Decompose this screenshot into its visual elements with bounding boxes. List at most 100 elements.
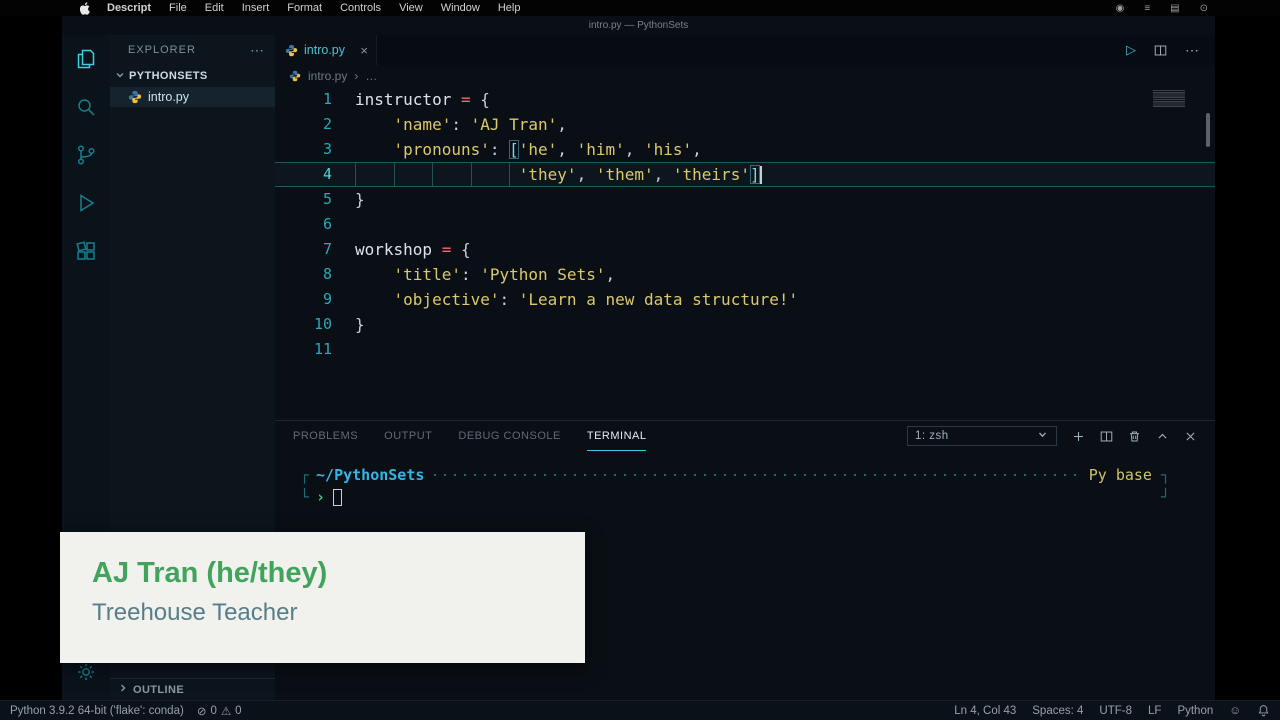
- menu-edit[interactable]: Edit: [205, 2, 224, 14]
- menu-format[interactable]: Format: [287, 2, 322, 14]
- terminal-env-badge: Py base: [1089, 466, 1152, 484]
- code-line-1[interactable]: 1instructor = {: [275, 87, 1215, 112]
- code-line-4[interactable]: 4 'they', 'them', 'theirs']: [275, 162, 1215, 187]
- explorer-icon[interactable]: [74, 47, 98, 71]
- notifications-bell-icon[interactable]: [1257, 704, 1270, 717]
- menu-window[interactable]: Window: [441, 2, 480, 14]
- panel-tabbar: PROBLEMS OUTPUT DEBUG CONSOLE TERMINAL 1…: [275, 421, 1215, 451]
- speaker-name: AJ Tran (he/they): [92, 557, 585, 590]
- line-content: instructor = {: [332, 87, 1215, 112]
- maximize-panel-chevron-icon[interactable]: [1156, 430, 1169, 443]
- file-item-intro-py[interactable]: intro.py: [110, 87, 275, 107]
- minimap[interactable]: [1153, 90, 1185, 107]
- menu-file[interactable]: File: [169, 2, 187, 14]
- sidebar-section-pythonsets[interactable]: PYTHONSETS: [110, 65, 275, 87]
- line-number: 4: [275, 162, 332, 187]
- editor-scrollbar[interactable]: [1206, 113, 1210, 147]
- outline-section-label: OUTLINE: [133, 684, 184, 696]
- folder-section-label: PYTHONSETS: [129, 70, 208, 82]
- sidebar-section-outline[interactable]: OUTLINE: [110, 678, 275, 700]
- code-line-7[interactable]: 7workshop = {: [275, 237, 1215, 262]
- extensions-icon[interactable]: [74, 239, 98, 263]
- explorer-more-actions-icon[interactable]: ⋯: [250, 42, 265, 59]
- panel-tab-terminal[interactable]: TERMINAL: [587, 421, 647, 451]
- shell-dropdown-value: 1: zsh: [915, 430, 949, 442]
- problems-status[interactable]: ⊘ 0 ⚠ 0: [197, 704, 242, 718]
- new-terminal-icon[interactable]: [1072, 430, 1085, 443]
- prompt-corner-bottom-left: └: [300, 488, 309, 506]
- file-name-label: intro.py: [148, 90, 189, 104]
- error-count: 0: [210, 705, 216, 717]
- indent-guide: [355, 163, 356, 186]
- panel-tab-problems[interactable]: PROBLEMS: [293, 421, 358, 451]
- line-content: 'title': 'Python Sets',: [332, 262, 1215, 287]
- line-content: [332, 212, 1215, 237]
- menu-controls[interactable]: Controls: [340, 2, 381, 14]
- terminal-shell-dropdown[interactable]: 1: zsh: [907, 426, 1057, 446]
- panel-tab-output[interactable]: OUTPUT: [384, 421, 432, 451]
- warning-icon: ⚠: [221, 704, 231, 718]
- line-number: 6: [275, 212, 332, 237]
- code-line-9[interactable]: 9 'objective': 'Learn a new data structu…: [275, 287, 1215, 312]
- split-editor-icon[interactable]: [1154, 44, 1167, 57]
- close-panel-icon[interactable]: [1184, 430, 1197, 443]
- python-file-icon: [289, 70, 301, 82]
- indent-guide: [471, 163, 472, 186]
- breadcrumb-symbol[interactable]: …: [365, 69, 377, 83]
- prompt-corner-bottom-right: ┘: [1161, 488, 1170, 506]
- code-line-8[interactable]: 8 'title': 'Python Sets',: [275, 262, 1215, 287]
- line-content: workshop = {: [332, 237, 1215, 262]
- cursor-position-status[interactable]: Ln 4, Col 43: [954, 705, 1016, 717]
- menubar-panel-icon[interactable]: ▤: [1170, 3, 1179, 14]
- editor-more-actions-icon[interactable]: ⋯: [1185, 42, 1199, 59]
- speaker-role: Treehouse Teacher: [92, 599, 585, 627]
- run-python-file-icon[interactable]: ▷: [1126, 42, 1136, 58]
- menu-app-name[interactable]: Descript: [107, 2, 151, 14]
- breadcrumb[interactable]: intro.py › …: [275, 65, 1215, 87]
- feedback-smiley-icon[interactable]: ☺: [1229, 705, 1241, 717]
- code-line-11[interactable]: 11: [275, 337, 1215, 362]
- line-content: [332, 337, 1215, 362]
- settings-gear-icon[interactable]: [74, 660, 98, 684]
- line-number: 9: [275, 287, 332, 312]
- error-icon: ⊘: [197, 704, 207, 718]
- menu-view[interactable]: View: [399, 2, 423, 14]
- line-number: 2: [275, 112, 332, 137]
- macos-menu-bar: Descript File Edit Insert Format Control…: [0, 0, 1280, 16]
- menubar-record-icon[interactable]: ◉: [1116, 3, 1125, 14]
- line-number: 8: [275, 262, 332, 287]
- source-control-icon[interactable]: [74, 143, 98, 167]
- menubar-list-icon[interactable]: ≡: [1144, 3, 1150, 14]
- split-terminal-icon[interactable]: [1100, 430, 1113, 443]
- panel-tab-debug-console[interactable]: DEBUG CONSOLE: [458, 421, 560, 451]
- kill-terminal-trash-icon[interactable]: [1128, 430, 1141, 443]
- encoding-status[interactable]: UTF-8: [1099, 705, 1132, 717]
- code-line-5[interactable]: 5}: [275, 187, 1215, 212]
- window-title: intro.py — PythonSets: [62, 16, 1215, 35]
- menubar-control-icon[interactable]: ⊙: [1200, 3, 1208, 14]
- code-line-10[interactable]: 10}: [275, 312, 1215, 337]
- code-line-2[interactable]: 2 'name': 'AJ Tran',: [275, 112, 1215, 137]
- code-line-6[interactable]: 6: [275, 212, 1215, 237]
- prompt-corner-top-left: ┌: [300, 466, 309, 484]
- tab-intro-py[interactable]: intro.py ×: [275, 35, 377, 65]
- line-number: 3: [275, 137, 332, 162]
- breadcrumb-file[interactable]: intro.py: [308, 69, 347, 83]
- code-editor[interactable]: 1instructor = {2 'name': 'AJ Tran',3 'pr…: [275, 87, 1215, 420]
- indent-guide: [394, 163, 395, 186]
- tab-close-icon[interactable]: ×: [360, 43, 368, 58]
- eol-status[interactable]: LF: [1148, 705, 1161, 717]
- line-number: 1: [275, 87, 332, 112]
- indentation-status[interactable]: Spaces: 4: [1032, 705, 1083, 717]
- menu-help[interactable]: Help: [498, 2, 521, 14]
- code-line-3[interactable]: 3 'pronouns': ['he', 'him', 'his',: [275, 137, 1215, 162]
- line-content: }: [332, 312, 1215, 337]
- python-interpreter-status[interactable]: Python 3.9.2 64-bit ('flake': conda): [10, 705, 184, 717]
- apple-menu-icon[interactable]: [80, 2, 91, 15]
- language-mode-status[interactable]: Python: [1177, 705, 1213, 717]
- menu-insert[interactable]: Insert: [242, 2, 270, 14]
- line-content: 'they', 'them', 'theirs']: [332, 162, 1215, 187]
- run-debug-icon[interactable]: [74, 191, 98, 215]
- search-icon[interactable]: [74, 95, 98, 119]
- line-number: 11: [275, 337, 332, 362]
